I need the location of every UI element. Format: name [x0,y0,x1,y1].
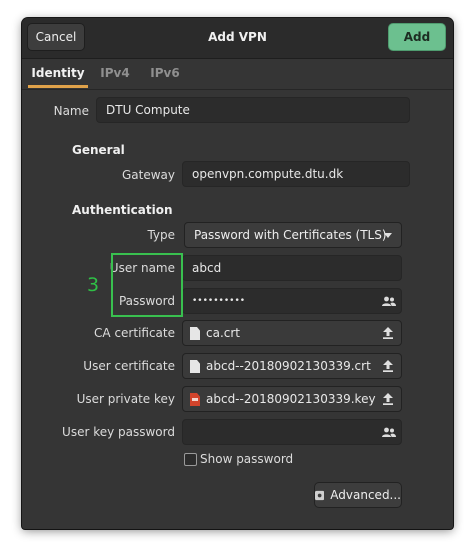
username-label: User name [109,261,175,275]
private-key-filename: abcd--20180902130339.key [206,392,376,406]
general-heading: General [72,143,125,157]
settings-icon [315,490,325,500]
cancel-button[interactable]: Cancel [27,23,85,51]
tab-bar: Identity IPv4 IPv6 [22,59,453,90]
document-icon [190,327,200,340]
tab-ipv6[interactable]: IPv6 [144,59,186,88]
ca-certificate-filename: ca.crt [206,326,241,340]
key-password-input[interactable] [182,419,402,445]
name-label: Name [53,104,89,118]
gateway-label: Gateway [121,168,175,182]
username-value: abcd [192,261,222,275]
upload-arrow-icon [383,327,393,339]
key-password-label: User key password [62,425,175,439]
header-bar: Cancel Add VPN Add [22,18,453,59]
tab-identity[interactable]: Identity [28,59,88,88]
document-icon [190,360,200,373]
auth-type-dropdown[interactable]: Password with Certificates (TLS) [184,222,402,248]
auth-type-value: Password with Certificates (TLS) [194,228,387,242]
add-vpn-dialog: Cancel Add VPN Add Identity IPv4 IPv6 Na… [22,18,453,529]
people-icon[interactable] [379,422,399,442]
type-label: Type [147,228,175,242]
ca-certificate-file-button[interactable]: ca.crt [182,320,402,346]
gateway-input[interactable]: openvpn.compute.dtu.dk [182,161,410,187]
ca-certificate-label: CA certificate [94,326,175,340]
password-label: Password [118,294,175,308]
user-certificate-label: User certificate [83,359,175,373]
key-file-icon [190,393,200,406]
username-input[interactable]: abcd [182,255,402,281]
triangle-down-icon [384,233,392,238]
show-password-label[interactable]: Show password [200,452,293,466]
upload-arrow-icon [383,393,393,405]
show-password-checkbox[interactable] [184,453,197,466]
authentication-heading: Authentication [72,203,173,217]
annotation-step-number: 3 [87,274,100,296]
gateway-value: openvpn.compute.dtu.dk [192,167,344,181]
tab-ipv4[interactable]: IPv4 [94,59,136,88]
name-value: DTU Compute [106,103,190,117]
password-value: •••••••••• [192,296,246,306]
people-icon[interactable] [379,291,399,311]
name-input[interactable]: DTU Compute [96,97,410,123]
private-key-label: User private key [76,392,175,406]
user-certificate-filename: abcd--20180902130339.crt [206,359,371,373]
advanced-button[interactable]: Advanced... [314,482,402,508]
user-certificate-file-button[interactable]: abcd--20180902130339.crt [182,353,402,379]
advanced-label: Advanced... [330,488,401,502]
upload-arrow-icon [383,360,393,372]
add-button[interactable]: Add [388,23,446,51]
password-input[interactable]: •••••••••• [182,288,402,314]
private-key-file-button[interactable]: abcd--20180902130339.key [182,386,402,412]
